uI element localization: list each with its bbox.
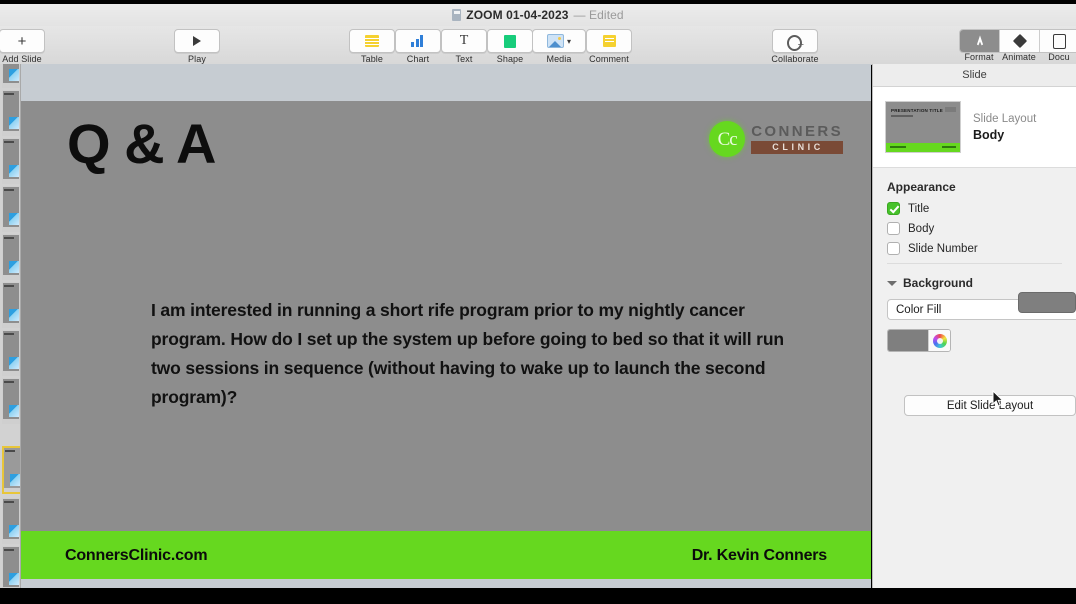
collaborate-icon (787, 34, 804, 51)
tab-format-label: Format (964, 52, 994, 62)
footer-website: ConnersClinic.com (65, 547, 208, 564)
keynote-document-icon (452, 9, 462, 21)
keynote-window: ZOOM 01-04-2023 — Edited + Add Slide Pla… (0, 0, 1076, 604)
layout-thumb-corner-block (945, 107, 956, 112)
add-slide-button[interactable]: + Add Slide (0, 29, 54, 64)
shape-icon (504, 34, 516, 48)
window-title-bar: ZOOM 01-04-2023 — Edited (0, 4, 1076, 26)
comment-button[interactable]: Comment (577, 29, 641, 64)
navigator-thumbnail[interactable] (2, 138, 20, 184)
navigator-thumbnail[interactable] (2, 90, 20, 136)
collaborate-label: Collaborate (771, 54, 819, 64)
slide-title-text[interactable]: Q & A (67, 116, 216, 172)
format-brush-icon (976, 35, 983, 46)
bar-chart-icon (411, 35, 425, 47)
appearance-section: Appearance Title Body Slide Number Backg… (873, 168, 1076, 352)
edit-slide-layout-label: Edit Slide Layout (946, 399, 1034, 412)
background-header[interactable]: Background (887, 276, 1062, 290)
logo-monogram: Cc (717, 128, 738, 150)
diamond-icon (1012, 33, 1027, 49)
appearance-title: Appearance (887, 180, 956, 194)
text-icon: T (459, 33, 469, 48)
layout-thumb-subtitle-bar (891, 115, 913, 117)
inspector-header-label: Slide (962, 69, 987, 81)
edited-status: — Edited (573, 8, 624, 22)
navigator-thumbnail[interactable] (2, 498, 20, 544)
section-divider (887, 263, 1062, 264)
document-title-group: ZOOM 01-04-2023 — Edited (452, 8, 624, 22)
document-icon (1053, 33, 1066, 49)
plus-icon: + (17, 32, 27, 50)
document-title: ZOOM 01-04-2023 (466, 8, 569, 22)
title-checkbox-label: Title (908, 202, 930, 215)
navigator-thumbnail[interactable] (2, 330, 20, 376)
bottom-letterbox (0, 590, 1076, 604)
background-fill-value: Color Fill (896, 303, 942, 316)
tab-animate[interactable] (1000, 30, 1040, 52)
slide-layout-label: Slide Layout (973, 112, 1037, 125)
navigator-thumbnail[interactable] (2, 186, 20, 232)
logo-wordmark: CONNERS CLINIC (751, 124, 843, 154)
background-color-swatch[interactable] (888, 330, 928, 351)
navigator-thumbnail[interactable] (2, 546, 20, 588)
tab-format[interactable] (960, 30, 1000, 52)
navigator-thumbnail[interactable] (2, 64, 20, 88)
chevron-down-icon: ▾ (566, 36, 571, 46)
slide-layout-value: Body (973, 127, 1005, 142)
body-checkbox-label: Body (908, 222, 935, 235)
checkbox-row-slide-number[interactable]: Slide Number (887, 242, 1062, 255)
logo-circle-icon: Cc (709, 121, 746, 157)
slide-layout-row[interactable]: PRESENTATION TITLE Slide Layout Body (873, 87, 1076, 168)
play-label: Play (188, 54, 206, 64)
canvas-bottom-area (21, 579, 871, 588)
slide-canvas[interactable]: Q & A Cc CONNERS CLINIC I am interested … (21, 64, 871, 588)
play-button[interactable]: Play (165, 29, 229, 64)
checkbox-row-title[interactable]: Title (887, 202, 1062, 215)
tab-animate-label: Animate (1002, 52, 1036, 62)
color-wheel-icon (932, 333, 947, 348)
table-icon (365, 35, 379, 47)
collaborate-button[interactable]: Collaborate (763, 29, 827, 64)
comment-icon (602, 35, 616, 47)
navigator-thumbnail[interactable] (2, 378, 20, 424)
edit-slide-layout-button[interactable]: Edit Slide Layout (904, 395, 1076, 416)
title-checkbox[interactable] (887, 202, 900, 215)
inspector-tab-labels: Format Animate Docu (959, 52, 1076, 62)
play-icon (193, 36, 201, 46)
background-preview-chip[interactable] (1018, 292, 1076, 313)
layout-thumb-footer (886, 143, 960, 152)
media-icon (546, 34, 564, 48)
slide-number-checkbox[interactable] (887, 242, 900, 255)
layout-thumb-title: PRESENTATION TITLE (891, 108, 943, 113)
navigator-thumbnail-selected[interactable] (2, 446, 20, 494)
slide-navigator[interactable] (0, 64, 21, 588)
inspector-header: Slide (873, 64, 1076, 87)
slide-layout-meta: Slide Layout Body (973, 113, 1036, 142)
background-color-control[interactable] (887, 329, 951, 352)
background-title: Background (903, 276, 974, 290)
conners-clinic-logo: Cc CONNERS CLINIC (709, 121, 843, 157)
tab-document[interactable] (1040, 30, 1076, 52)
slide-layout-thumbnail[interactable]: PRESENTATION TITLE (885, 101, 961, 153)
inspector-tab-group (959, 29, 1076, 53)
logo-sub-text: CLINIC (751, 141, 843, 154)
navigator-thumbnail[interactable] (2, 234, 20, 280)
checkbox-row-body[interactable]: Body (887, 222, 1062, 235)
format-inspector-panel: Slide PRESENTATION TITLE Slide Layout Bo… (872, 64, 1076, 588)
body-checkbox[interactable] (887, 222, 900, 235)
color-wheel-button[interactable] (928, 330, 950, 351)
footer-author: Dr. Kevin Conners (691, 547, 828, 564)
chevron-down-icon[interactable] (887, 280, 897, 286)
navigator-thumbnail[interactable] (2, 282, 20, 328)
add-slide-label: Add Slide (2, 54, 42, 64)
slide-body-text[interactable]: I am interested in running a short rife … (151, 296, 816, 412)
comment-label: Comment (589, 54, 629, 64)
slide-footer-bar: ConnersClinic.com Dr. Kevin Conners (21, 531, 871, 581)
slide-number-checkbox-label: Slide Number (908, 242, 978, 255)
tab-document-label: Docu (1048, 52, 1070, 62)
main-toolbar: + Add Slide Play Table Chart T Text Shap… (0, 26, 1076, 65)
logo-name-text: CONNERS (751, 123, 843, 140)
slide-surface[interactable]: Q & A Cc CONNERS CLINIC I am interested … (21, 101, 871, 581)
